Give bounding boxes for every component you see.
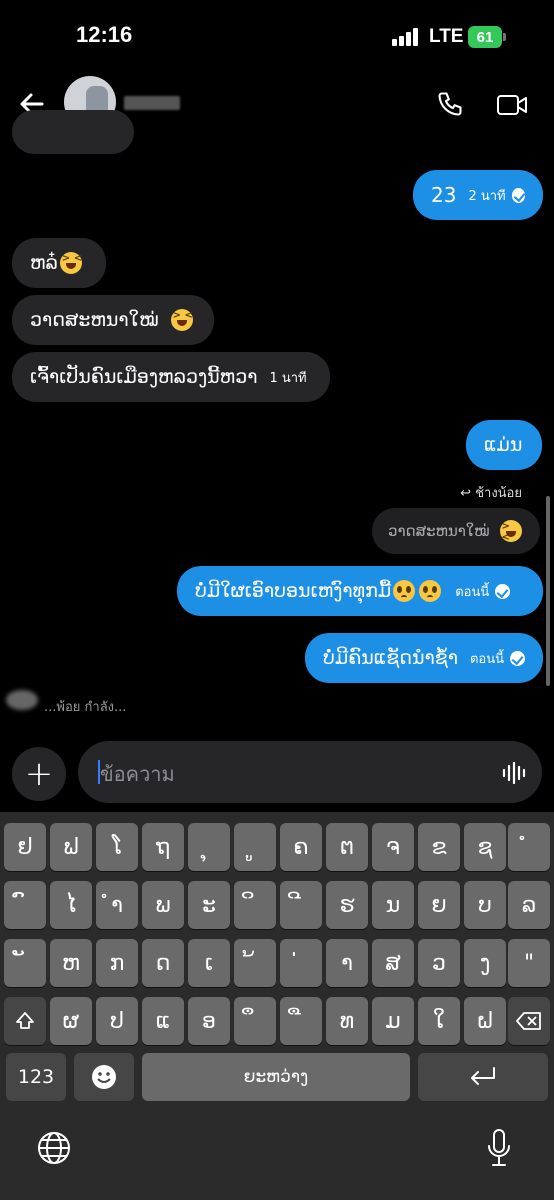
key[interactable]: ຜ xyxy=(50,997,92,1045)
key[interactable]: ຳ xyxy=(96,881,138,929)
key[interactable]: ຟ xyxy=(50,823,92,871)
key[interactable]: ຸ xyxy=(188,823,230,871)
message-bubble[interactable]: ບໍ່ມີຄົນແຊັດນຳຊ້ຳ ตอนนี้ xyxy=(305,633,543,683)
add-attachment-button[interactable]: + xyxy=(12,747,66,801)
laughing-emoji-icon xyxy=(59,252,82,274)
key[interactable]: ຖ xyxy=(142,823,184,871)
smiley-icon xyxy=(92,1065,116,1089)
phone-icon[interactable] xyxy=(436,90,464,118)
key[interactable]: ພ xyxy=(142,881,184,929)
key[interactable]: ງ xyxy=(464,939,506,987)
key[interactable]: ຂ xyxy=(418,823,460,871)
key[interactable]: ແ xyxy=(142,997,184,1045)
key[interactable]: ຄ xyxy=(280,823,322,871)
key[interactable]: ຮ xyxy=(326,881,368,929)
key[interactable]: ສ xyxy=(372,939,414,987)
key[interactable]: " xyxy=(508,939,550,987)
read-check-icon xyxy=(495,583,511,599)
pleading-emoji-icon xyxy=(419,580,442,602)
key[interactable]: ດ xyxy=(142,939,184,987)
key[interactable]: ກ xyxy=(96,939,138,987)
key[interactable]: ປ xyxy=(96,997,138,1045)
contact-name-hidden[interactable] xyxy=(124,96,180,110)
reply-label: ↩ ช้างน้อย xyxy=(460,486,522,501)
key[interactable]: ິ xyxy=(234,881,276,929)
key[interactable]: ລ xyxy=(508,881,550,929)
message-bubble[interactable]: ແມ່ນ xyxy=(466,420,542,470)
key[interactable]: ວ xyxy=(418,939,460,987)
key[interactable]: ໍ xyxy=(508,823,550,871)
backspace-icon xyxy=(516,1012,541,1030)
numbers-key[interactable]: 123 xyxy=(6,1053,66,1101)
typing-indicator: ...พ้อย กำลัง... xyxy=(44,700,127,715)
status-time: 12:16 xyxy=(76,22,133,47)
battery-cap xyxy=(503,33,506,41)
laughing-emoji-icon xyxy=(499,520,522,543)
key[interactable]: ໂ xyxy=(96,823,138,871)
shift-icon xyxy=(16,1012,34,1029)
backspace-key[interactable] xyxy=(508,997,550,1045)
return-key[interactable] xyxy=(418,1053,548,1101)
key[interactable]: ອ xyxy=(188,997,230,1045)
key[interactable]: ບ xyxy=(464,881,506,929)
quoted-message[interactable]: ວາດສະຫນາໃໝ່ xyxy=(372,508,540,554)
key[interactable]: ຫ xyxy=(50,939,92,987)
key[interactable]: ້ xyxy=(234,939,276,987)
key[interactable]: ນ xyxy=(372,881,414,929)
key[interactable]: ່ xyxy=(280,939,322,987)
return-icon xyxy=(471,1067,495,1085)
key[interactable]: ີ xyxy=(280,881,322,929)
key[interactable]: ື xyxy=(280,997,322,1045)
shift-key[interactable] xyxy=(4,997,46,1045)
key[interactable]: ມ xyxy=(372,997,414,1045)
message-bubble[interactable]: 23 2 นาที xyxy=(413,170,543,220)
key[interactable]: ັ xyxy=(4,939,46,987)
typing-avatar xyxy=(6,690,38,710)
key[interactable]: ຈ xyxy=(372,823,414,871)
signal-icon xyxy=(392,28,422,46)
globe-icon[interactable] xyxy=(36,1130,72,1166)
key[interactable]: ຍ xyxy=(418,881,460,929)
message-bubble[interactable]: ບໍ່ມີໃຜເອົາບອນເຫງົາທຸກມື້ ตอนนี้ xyxy=(177,566,543,616)
network-label: LTE xyxy=(429,26,464,47)
laughing-emoji-icon xyxy=(170,309,193,331)
microphone-icon[interactable] xyxy=(484,1128,514,1168)
key[interactable]: ໄ xyxy=(50,881,92,929)
read-check-icon xyxy=(510,650,525,666)
pleading-emoji-icon xyxy=(393,580,416,602)
key[interactable]: ຶ xyxy=(234,997,276,1045)
key[interactable]: ໃ xyxy=(418,997,460,1045)
voice-waveform-icon[interactable] xyxy=(502,762,528,784)
key[interactable]: ູ xyxy=(234,823,276,871)
keyboard: ຢ ຟ ໂ ຖ ຸ ູ ຄ ຕ ຈ ຂ ຊ ໍ ົ ໄ ຳ ພ ະ ິ ີ ຮ … xyxy=(0,812,554,1200)
key[interactable]: ເ xyxy=(188,939,230,987)
scrollbar[interactable] xyxy=(546,496,550,686)
message-bubble[interactable]: ວາດສະຫນາໃໝ່ xyxy=(12,295,214,345)
key[interactable]: ຊ xyxy=(464,823,506,871)
key[interactable]: ຕ xyxy=(326,823,368,871)
message-bubble[interactable]: ເຈົ້າເປັນຄົນເມືອງຫລວງນີ້ຫວາ 1 นาที xyxy=(12,352,330,402)
key[interactable]: ຢ xyxy=(4,823,46,871)
key[interactable]: ຝ xyxy=(464,997,506,1045)
key[interactable]: ະ xyxy=(188,881,230,929)
emoji-key[interactable] xyxy=(74,1053,134,1101)
space-key[interactable]: ຍະຫວ່າງ xyxy=(142,1053,410,1101)
key[interactable]: ທ xyxy=(326,997,368,1045)
key[interactable]: າ xyxy=(326,939,368,987)
key[interactable]: ົ xyxy=(4,881,46,929)
message-placeholder: ข้อความ xyxy=(100,762,175,786)
read-check-icon xyxy=(511,187,525,203)
video-camera-icon[interactable] xyxy=(496,92,528,118)
battery-icon: 61 xyxy=(468,26,502,48)
message-bubble[interactable]: ຫລ໋ xyxy=(12,238,106,288)
previous-message-partial xyxy=(12,110,134,154)
